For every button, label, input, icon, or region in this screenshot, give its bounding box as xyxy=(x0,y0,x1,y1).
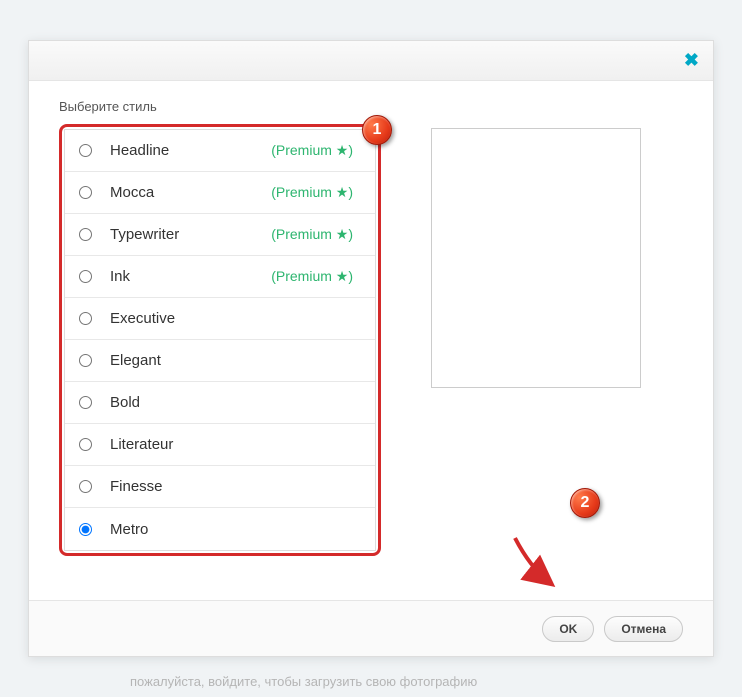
annotation-badge-1: 1 xyxy=(362,115,392,145)
style-name-label: Typewriter xyxy=(110,226,179,243)
dialog-header: ✖ xyxy=(29,41,713,81)
dialog-footer: OK Отмена xyxy=(29,600,713,656)
cancel-button[interactable]: Отмена xyxy=(604,616,683,642)
style-radio[interactable] xyxy=(79,312,92,325)
background-hint-text: пожалуйста, войдите, чтобы загрузить сво… xyxy=(130,674,477,689)
style-option[interactable]: Bold xyxy=(65,382,375,424)
annotation-badge-2: 2 xyxy=(570,488,600,518)
style-option[interactable]: Typewriter (Premium ★) xyxy=(65,214,375,256)
style-option[interactable]: Headline (Premium ★) xyxy=(65,130,375,172)
style-list-highlight: 1 Headline(Premium ★)Mocca(Premium ★)Typ… xyxy=(59,124,381,556)
style-radio[interactable] xyxy=(79,354,92,367)
dialog-body: Выберите стиль 1 Headline(Premium ★)Mocc… xyxy=(29,81,713,566)
style-option[interactable]: Executive xyxy=(65,298,375,340)
close-icon[interactable]: ✖ xyxy=(684,51,699,69)
premium-badge: (Premium ★) xyxy=(271,226,361,243)
style-radio[interactable] xyxy=(79,270,92,283)
style-option[interactable]: Elegant xyxy=(65,340,375,382)
style-name-label: Finesse xyxy=(110,478,163,495)
style-name-label: Ink xyxy=(110,268,130,285)
premium-badge: (Premium ★) xyxy=(271,142,361,159)
style-name-label: Mocca xyxy=(110,184,154,201)
style-option[interactable]: Ink (Premium ★) xyxy=(65,256,375,298)
style-radio[interactable] xyxy=(79,438,92,451)
style-radio[interactable] xyxy=(79,144,92,157)
style-radio[interactable] xyxy=(79,228,92,241)
style-option[interactable]: Metro xyxy=(65,508,375,550)
style-preview xyxy=(431,128,641,388)
style-name-label: Executive xyxy=(110,310,175,327)
premium-badge: (Premium ★) xyxy=(271,184,361,201)
dialog-title: Выберите стиль xyxy=(59,99,683,114)
style-option[interactable]: Mocca (Premium ★) xyxy=(65,172,375,214)
style-option[interactable]: Literateur xyxy=(65,424,375,466)
style-name-label: Metro xyxy=(110,521,148,538)
style-name-label: Headline xyxy=(110,142,169,159)
ok-button[interactable]: OK xyxy=(542,616,594,642)
style-radio[interactable] xyxy=(79,186,92,199)
style-option[interactable]: Finesse xyxy=(65,466,375,508)
style-name-label: Elegant xyxy=(110,352,161,369)
style-radio[interactable] xyxy=(79,396,92,409)
style-picker-dialog: ✖ Выберите стиль 1 Headline(Premium ★)Mo… xyxy=(28,40,714,657)
style-name-label: Literateur xyxy=(110,436,173,453)
premium-badge: (Premium ★) xyxy=(271,268,361,285)
style-name-label: Bold xyxy=(110,394,140,411)
style-radio[interactable] xyxy=(79,480,92,493)
style-radio[interactable] xyxy=(79,523,92,536)
style-list: Headline(Premium ★)Mocca(Premium ★)Typew… xyxy=(64,129,376,551)
